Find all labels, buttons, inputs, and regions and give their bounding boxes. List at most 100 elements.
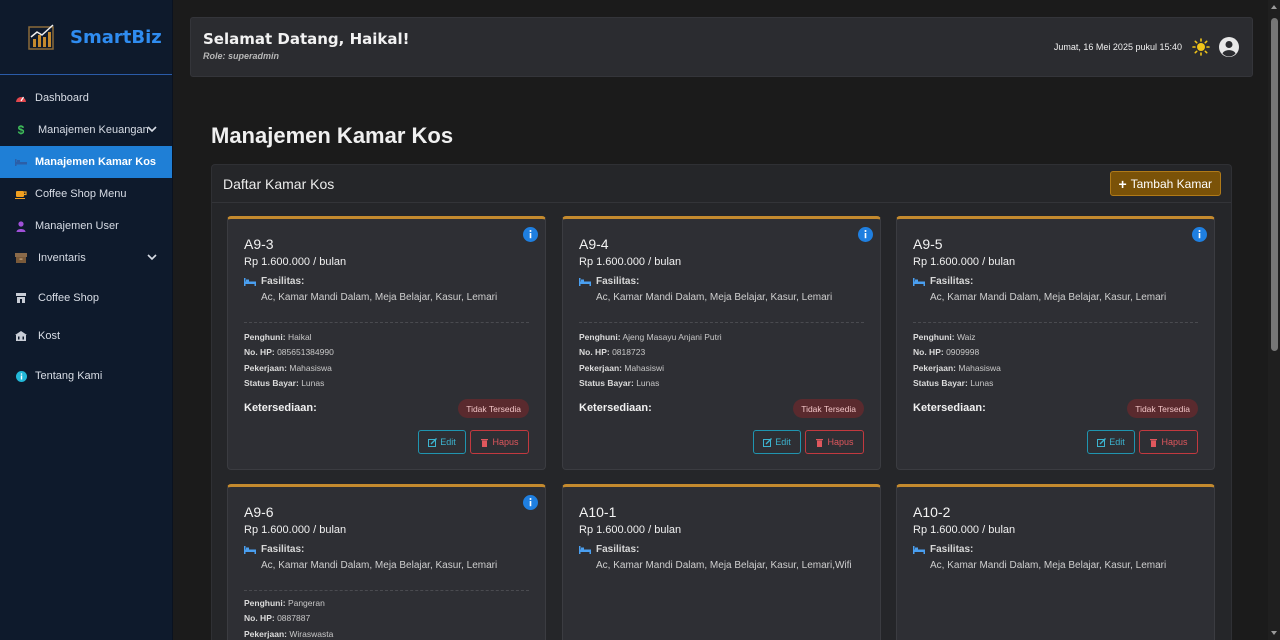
sidebar-item-manajemen-user[interactable]: Manajemen User <box>0 210 172 242</box>
room-price: Rp 1.600.000 / bulan <box>579 256 682 268</box>
sidebar-item-kost[interactable]: Kost <box>0 320 172 352</box>
delete-label: Hapus <box>492 437 519 447</box>
info-icon[interactable] <box>1192 227 1207 242</box>
facilities-row: Fasilitas: <box>579 276 639 287</box>
edit-icon <box>763 437 773 447</box>
brand-name: SmartBiz <box>70 26 162 48</box>
room-card: A9-4 Rp 1.600.000 / bulan Fasilitas: Ac,… <box>562 216 881 470</box>
add-room-button[interactable]: + Tambah Kamar <box>1110 171 1221 196</box>
status-badge: Tidak Tersedia <box>793 399 864 418</box>
chevron-down-icon <box>147 254 157 261</box>
sidebar-nav: Dashboard $ Manajemen Keuangan Manajemen… <box>0 82 172 392</box>
sidebar-item-label: Inventaris <box>38 252 86 264</box>
chart-logo-icon <box>28 24 54 50</box>
role-text: Role: superadmin <box>203 51 280 61</box>
page-title: Manajemen Kamar Kos <box>211 123 454 148</box>
bed-icon <box>913 546 925 554</box>
phone-value: 085651384990 <box>277 347 334 357</box>
facilities-list: Ac, Kamar Mandi Dalam, Meja Belajar, Kas… <box>930 292 1167 303</box>
occupant-row: Penghuni: Ajeng Masayu Anjani Putri <box>579 332 722 342</box>
edit-button[interactable]: Edit <box>753 430 801 454</box>
phone-label: No. HP: <box>244 613 275 623</box>
plus-icon: + <box>1118 175 1127 192</box>
user-icon <box>14 220 28 232</box>
phone-row: No. HP: 0909998 <box>913 347 979 357</box>
divider <box>244 590 529 591</box>
sidebar-item-coffee-shop-menu[interactable]: Coffee Shop Menu <box>0 178 172 210</box>
facilities-label: Fasilitas: <box>596 544 640 555</box>
sidebar-item-label: Kost <box>38 330 61 342</box>
phone-value: 0887887 <box>277 613 311 623</box>
facilities-row: Fasilitas: <box>913 276 973 287</box>
divider <box>913 322 1198 323</box>
brand[interactable]: SmartBiz <box>0 0 172 75</box>
room-code: A9-3 <box>244 236 274 252</box>
info-icon[interactable] <box>523 495 538 510</box>
bed-icon <box>14 158 28 166</box>
sidebar: SmartBiz Dashboard $ Manajemen Keuangan … <box>0 0 173 640</box>
job-row: Pekerjaan: Wiraswasta <box>244 629 333 639</box>
sidebar-item-label: Coffee Shop Menu <box>35 188 127 200</box>
panel-header: Daftar Kamar Kos + Tambah Kamar <box>212 165 1231 203</box>
payment-label: Status Bayar: <box>579 378 634 388</box>
occupant-row: Penghuni: Waiz <box>913 332 976 342</box>
room-card: A9-3 Rp 1.600.000 / bulan Fasilitas: Ac,… <box>227 216 546 470</box>
delete-button[interactable]: Hapus <box>470 430 529 454</box>
user-avatar-icon[interactable] <box>1218 36 1240 58</box>
job-label: Pekerjaan: <box>244 363 287 373</box>
occupant-label: Penghuni: <box>579 332 621 342</box>
bed-icon <box>244 278 256 286</box>
info-icon[interactable] <box>858 227 873 242</box>
delete-button[interactable]: Hapus <box>1139 430 1198 454</box>
sidebar-item-manajemen-keuangan[interactable]: $ Manajemen Keuangan <box>0 114 172 146</box>
sun-icon[interactable] <box>1192 38 1210 56</box>
payment-row: Status Bayar: Lunas <box>244 378 324 388</box>
coffee-icon <box>14 189 28 199</box>
occupant-row: Penghuni: Pangeran <box>244 598 325 608</box>
phone-label: No. HP: <box>244 347 275 357</box>
facilities-label: Fasilitas: <box>261 276 305 287</box>
welcome-text: Selamat Datang, Haikal! <box>203 30 410 48</box>
job-value: Mahasiswi <box>624 363 665 373</box>
facilities-row: Fasilitas: <box>913 544 973 555</box>
edit-button[interactable]: Edit <box>418 430 466 454</box>
occupant-row: Penghuni: Haikal <box>244 332 312 342</box>
room-code: A9-5 <box>913 236 943 252</box>
occupant-label: Penghuni: <box>244 598 286 608</box>
occupant-label: Penghuni: <box>913 332 955 342</box>
room-card: A9-5 Rp 1.600.000 / bulan Fasilitas: Ac,… <box>896 216 1215 470</box>
job-row: Pekerjaan: Mahasiswi <box>579 363 664 373</box>
scroll-down-icon[interactable] <box>1271 631 1277 635</box>
page-scrollbar[interactable] <box>1268 0 1280 640</box>
sidebar-item-coffee-shop[interactable]: Coffee Shop <box>0 282 172 314</box>
sidebar-item-dashboard[interactable]: Dashboard <box>0 82 172 114</box>
sidebar-item-inventaris[interactable]: Inventaris <box>0 242 172 274</box>
facilities-list: Ac, Kamar Mandi Dalam, Meja Belajar, Kas… <box>261 560 498 571</box>
room-code: A10-1 <box>579 504 617 520</box>
sidebar-item-manajemen-kamar-kos[interactable]: Manajemen Kamar Kos <box>0 146 172 178</box>
edit-button[interactable]: Edit <box>1087 430 1135 454</box>
top-header: Selamat Datang, Haikal! Role: superadmin… <box>190 17 1253 77</box>
availability-label: Ketersediaan: <box>244 402 317 414</box>
job-label: Pekerjaan: <box>244 629 287 639</box>
scroll-up-icon[interactable] <box>1271 5 1277 9</box>
room-price: Rp 1.600.000 / bulan <box>244 256 347 268</box>
occupant-label: Penghuni: <box>244 332 286 342</box>
sidebar-item-tentang-kami[interactable]: Tentang Kami <box>0 360 172 392</box>
scroll-thumb[interactable] <box>1271 18 1278 351</box>
room-card: A10-2 Rp 1.600.000 / bulan Fasilitas: Ac… <box>896 484 1215 640</box>
availability-label: Ketersediaan: <box>913 402 986 414</box>
phone-row: No. HP: 085651384990 <box>244 347 334 357</box>
edit-label: Edit <box>1109 437 1125 447</box>
box-icon <box>14 253 28 263</box>
delete-button[interactable]: Hapus <box>805 430 864 454</box>
divider <box>244 322 529 323</box>
edit-label: Edit <box>775 437 791 447</box>
room-price: Rp 1.600.000 / bulan <box>579 524 682 536</box>
sidebar-item-label: Manajemen User <box>35 220 119 232</box>
availability-label: Ketersediaan: <box>579 402 652 414</box>
info-icon[interactable] <box>523 227 538 242</box>
payment-label: Status Bayar: <box>244 378 299 388</box>
edit-icon <box>428 437 438 447</box>
trash-icon <box>481 438 489 447</box>
